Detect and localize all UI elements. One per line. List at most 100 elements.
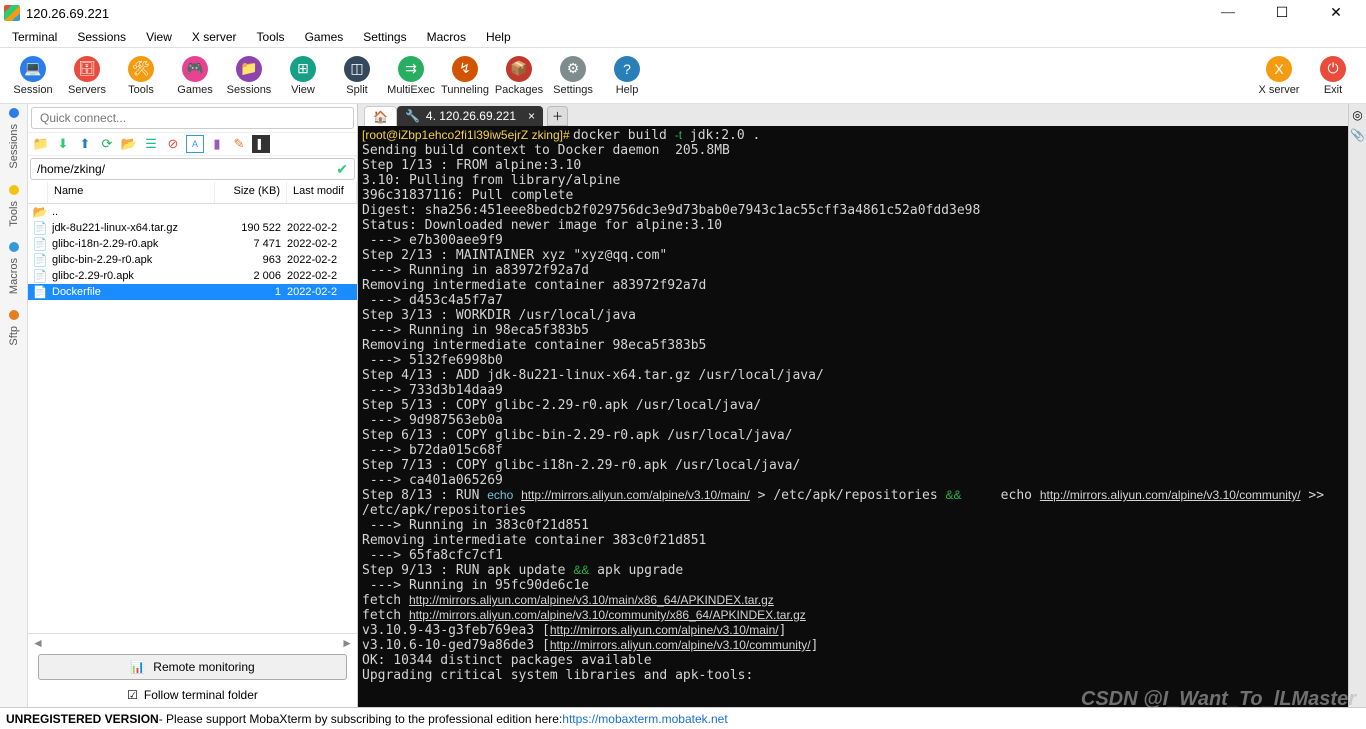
upload-icon[interactable]: ⬆ — [76, 135, 94, 153]
file-row[interactable]: 📄jdk-8u221-linux-x64.tar.gz190 5222022-0… — [28, 220, 357, 236]
titlebar: 120.26.69.221 — ☐ ✕ — [0, 0, 1366, 26]
quick-connect-input[interactable] — [31, 107, 354, 129]
minimize-button[interactable]: — — [1210, 2, 1246, 24]
file-row[interactable]: 📄glibc-2.29-r0.apk2 0062022-02-2 — [28, 268, 357, 284]
follow-terminal-checkbox[interactable]: ☑ Follow terminal folder — [28, 683, 357, 707]
tab-bar: 🏠 🔧 4. 120.26.69.221 × ＋ — [358, 104, 1348, 126]
status-link[interactable]: https://mobaxterm.mobatek.net — [562, 712, 727, 726]
menu-view[interactable]: View — [138, 28, 180, 46]
sessions-dot-icon — [9, 108, 19, 118]
right-edge: ◎ 📎 — [1348, 104, 1366, 707]
wand-icon[interactable]: ✎ — [230, 135, 248, 153]
tools-icon: 🛠 — [128, 56, 154, 82]
tool-tools[interactable]: 🛠Tools — [114, 56, 168, 96]
close-button[interactable]: ✕ — [1318, 2, 1354, 24]
x server-icon: X — [1266, 56, 1292, 82]
sftp-panel: 📁 ⬇ ⬆ ⟳ 📂 ☰ ⊘ A ▮ ✎ ▌ /home/zking/ ✔ Nam… — [28, 104, 358, 707]
tool-tunneling[interactable]: ↯Tunneling — [438, 56, 492, 96]
file-row[interactable]: 📂.. — [28, 204, 357, 220]
app-icon — [4, 5, 20, 21]
home-icon: 🏠 — [373, 110, 388, 124]
side-tabs: Sessions Tools Macros Sftp — [0, 104, 28, 707]
file-icon: 📄 — [32, 284, 48, 300]
col-name[interactable]: Name — [48, 182, 215, 203]
tab-icon: 🔧 — [405, 109, 420, 123]
terminal-output[interactable]: [root@iZbp1ehco2fi1l39iw5ejrZ zking]# do… — [358, 126, 1348, 707]
menu-games[interactable]: Games — [297, 28, 352, 46]
file-row[interactable]: 📄glibc-i18n-2.29-r0.apk7 4712022-02-2 — [28, 236, 357, 252]
checkbox-icon: ☑ — [127, 688, 138, 702]
sidetab-sftp[interactable]: Sftp — [6, 320, 22, 352]
file-row[interactable]: 📄glibc-bin-2.29-r0.apk9632022-02-2 — [28, 252, 357, 268]
menu-terminal[interactable]: Terminal — [4, 28, 65, 46]
status-text: - Please support MobaXterm by subscribin… — [159, 712, 563, 726]
window-title: 120.26.69.221 — [26, 6, 1210, 21]
file-header[interactable]: Name Size (KB) Last modif — [28, 182, 357, 204]
pin-icon[interactable]: ◎ — [1352, 108, 1362, 122]
col-size[interactable]: Size (KB) — [215, 182, 287, 203]
edit-icon[interactable]: A — [186, 135, 204, 153]
tab-home[interactable]: 🏠 — [364, 106, 397, 126]
sidetab-macros[interactable]: Macros — [6, 252, 22, 300]
terminal-area: 🏠 🔧 4. 120.26.69.221 × ＋ [root@iZbp1ehco… — [358, 104, 1348, 707]
file-icon: 📄 — [32, 236, 48, 252]
h-scrollbar[interactable]: ◄► — [28, 633, 357, 651]
exit-icon: ⏻ — [1320, 56, 1346, 82]
menu-settings[interactable]: Settings — [355, 28, 414, 46]
tool-multiexec[interactable]: ⇉MultiExec — [384, 56, 438, 96]
tool-servers[interactable]: 🗄Servers — [60, 56, 114, 96]
menu-macros[interactable]: Macros — [419, 28, 474, 46]
tab-new[interactable]: ＋ — [547, 106, 568, 126]
tab-active[interactable]: 🔧 4. 120.26.69.221 × — [397, 106, 543, 126]
tool-games[interactable]: 🎮Games — [168, 56, 222, 96]
delete-icon[interactable]: ⊘ — [164, 135, 182, 153]
tab-label: 4. 120.26.69.221 — [426, 109, 516, 123]
tool-split[interactable]: ◫Split — [330, 56, 384, 96]
sidetab-sessions[interactable]: Sessions — [6, 118, 22, 175]
path-ok-icon: ✔ — [336, 161, 348, 178]
sftp-dot-icon — [9, 310, 19, 320]
col-mod[interactable]: Last modif — [287, 182, 357, 203]
remote-monitoring-button[interactable]: 📊 Remote monitoring — [38, 654, 347, 680]
tool-view[interactable]: ⊞View — [276, 56, 330, 96]
packages-icon: 📦 — [506, 56, 532, 82]
tool-sessions[interactable]: 📁Sessions — [222, 56, 276, 96]
bookmark-icon[interactable]: ▮ — [208, 135, 226, 153]
macros-dot-icon — [9, 242, 19, 252]
menu-help[interactable]: Help — [478, 28, 519, 46]
file-list[interactable]: 📂..📄jdk-8u221-linux-x64.tar.gz190 522202… — [28, 204, 357, 633]
monitor-icon: 📊 — [130, 660, 145, 674]
tools-dot-icon — [9, 185, 19, 195]
newfolder-icon[interactable]: 📂 — [120, 135, 138, 153]
menu-tools[interactable]: Tools — [249, 28, 293, 46]
tool-session[interactable]: 💻Session — [6, 56, 60, 96]
path-text: /home/zking/ — [37, 162, 105, 176]
download-icon[interactable]: ⬇ — [54, 135, 72, 153]
tool-packages[interactable]: 📦Packages — [492, 56, 546, 96]
file-icon: 📂 — [32, 204, 48, 220]
sidetab-tools[interactable]: Tools — [6, 195, 22, 233]
menu-sessions[interactable]: Sessions — [69, 28, 134, 46]
clip-icon[interactable]: 📎 — [1350, 128, 1365, 142]
maximize-button[interactable]: ☐ — [1264, 2, 1300, 24]
terminal-icon[interactable]: ▌ — [252, 135, 270, 153]
session-icon: 💻 — [20, 56, 46, 82]
tunneling-icon: ↯ — [452, 56, 478, 82]
file-icon: 📄 — [32, 268, 48, 284]
refresh-icon[interactable]: ⟳ — [98, 135, 116, 153]
tool-exit[interactable]: ⏻Exit — [1306, 56, 1360, 96]
main-toolbar: 💻Session🗄Servers🛠Tools🎮Games📁Sessions⊞Vi… — [0, 48, 1366, 104]
props-icon[interactable]: ☰ — [142, 135, 160, 153]
tab-close-icon[interactable]: × — [528, 109, 535, 123]
settings-icon: ⚙ — [560, 56, 586, 82]
path-bar[interactable]: /home/zking/ ✔ — [30, 158, 355, 180]
file-icon: 📄 — [32, 220, 48, 236]
tool-x server[interactable]: XX server — [1252, 56, 1306, 96]
tool-help[interactable]: ?Help — [600, 56, 654, 96]
menu-x-server[interactable]: X server — [184, 28, 245, 46]
file-row[interactable]: 📄Dockerfile12022-02-2 — [28, 284, 357, 300]
folder-icon[interactable]: 📁 — [32, 135, 50, 153]
unreg-label: UNREGISTERED VERSION — [6, 712, 159, 726]
servers-icon: 🗄 — [74, 56, 100, 82]
tool-settings[interactable]: ⚙Settings — [546, 56, 600, 96]
